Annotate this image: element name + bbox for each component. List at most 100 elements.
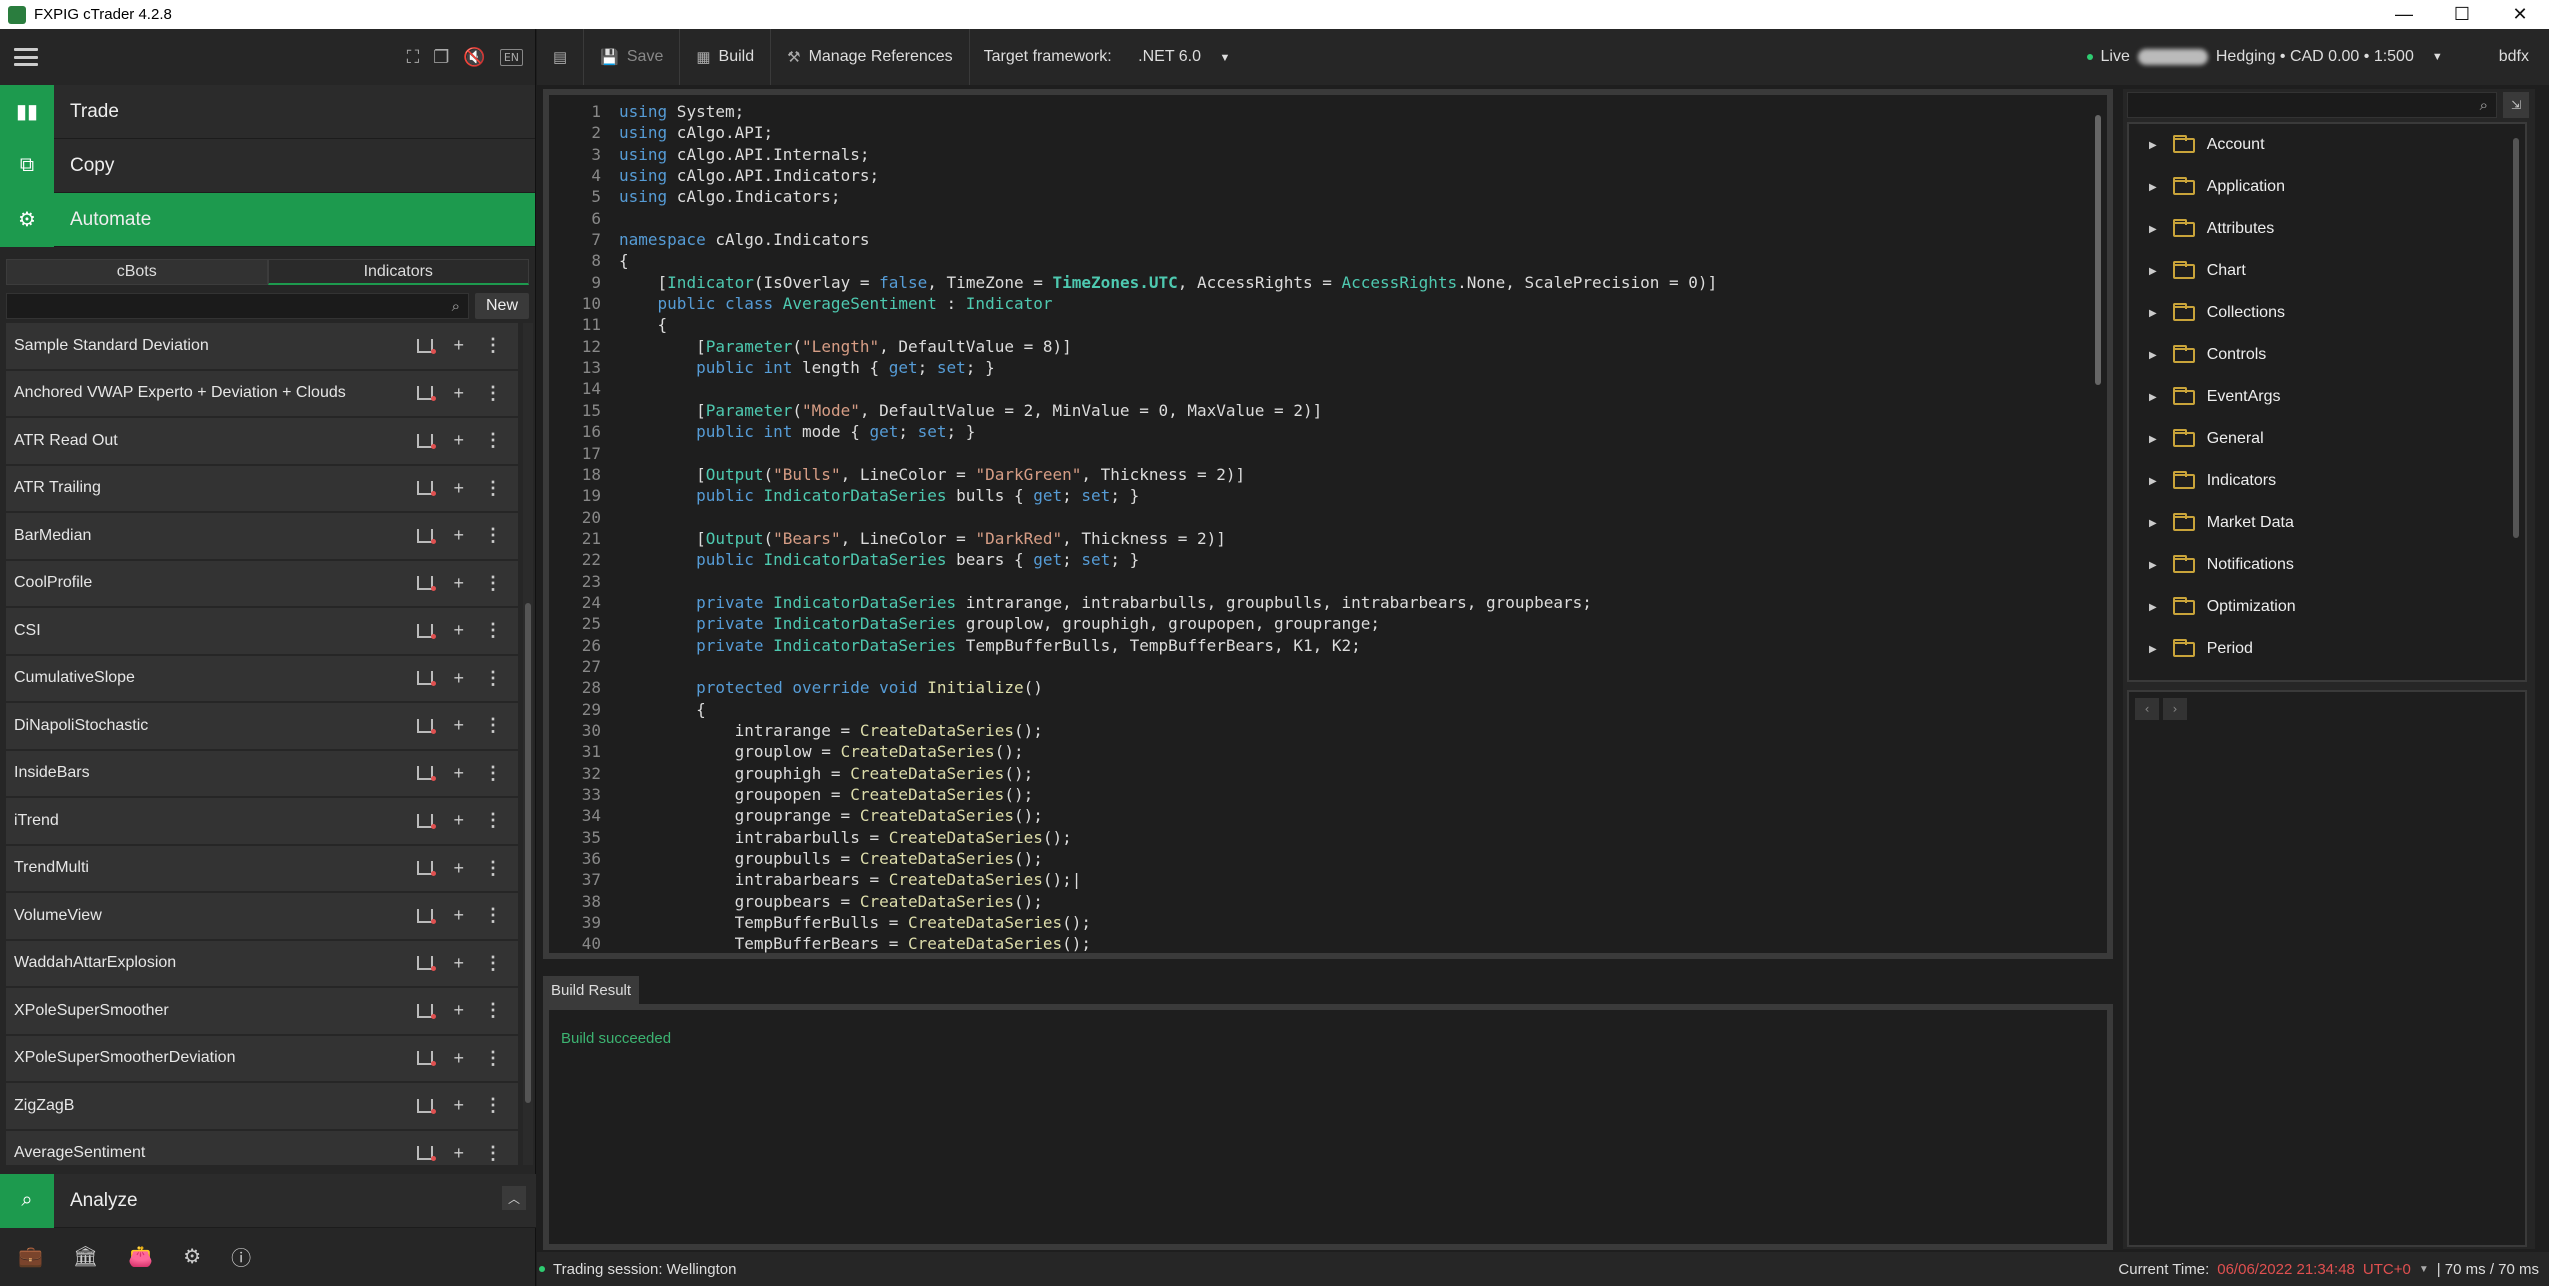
- more-options-icon[interactable]: ⋮: [484, 1000, 502, 1021]
- access-rights-icon[interactable]: [417, 576, 437, 592]
- editor-scrollbar[interactable]: [2093, 97, 2103, 947]
- indicator-item[interactable]: VolumeView + ⋮: [6, 893, 518, 941]
- more-options-icon[interactable]: ⋮: [484, 1095, 502, 1116]
- hamburger-menu-icon[interactable]: [14, 48, 38, 66]
- code-content[interactable]: using System; using cAlgo.API; using cAlgo…: [619, 101, 1717, 955]
- scrollbar-thumb[interactable]: [525, 603, 531, 1103]
- indicator-item[interactable]: DiNapoliStochastic + ⋮: [6, 703, 518, 751]
- settings-icon[interactable]: ⚙: [183, 1244, 201, 1268]
- add-instance-icon[interactable]: +: [453, 335, 464, 356]
- expand-arrow-icon[interactable]: ▶: [2149, 308, 2157, 319]
- language-icon[interactable]: EN: [499, 48, 523, 66]
- indicator-item[interactable]: CoolProfile + ⋮: [6, 560, 518, 608]
- fullscreen-icon[interactable]: ⛶: [407, 47, 420, 68]
- indicator-item[interactable]: Anchored VWAP Experto + Deviation + Clou…: [6, 370, 518, 418]
- more-options-icon[interactable]: ⋮: [484, 763, 502, 784]
- more-options-icon[interactable]: ⋮: [484, 858, 502, 879]
- api-tree-node[interactable]: ▶ General: [2129, 418, 2525, 460]
- access-rights-icon[interactable]: [417, 623, 437, 639]
- more-options-icon[interactable]: ⋮: [484, 383, 502, 404]
- add-instance-icon[interactable]: +: [453, 478, 464, 499]
- expand-arrow-icon[interactable]: ▶: [2149, 476, 2157, 487]
- access-rights-icon[interactable]: [417, 1051, 437, 1067]
- api-tree-node[interactable]: ▶ EventArgs: [2129, 376, 2525, 418]
- account-selector[interactable]: Live Hedging • CAD 0.00 • 1:500 ▼ bdfx: [2086, 29, 2529, 85]
- expand-arrow-icon[interactable]: ▶: [2149, 392, 2157, 403]
- expand-arrow-icon[interactable]: ▶: [2149, 140, 2157, 151]
- more-options-icon[interactable]: ⋮: [484, 525, 502, 546]
- add-instance-icon[interactable]: +: [453, 430, 464, 451]
- indicator-item[interactable]: TrendMulti + ⋮: [6, 845, 518, 893]
- api-tree-node[interactable]: ▶ Attributes: [2129, 208, 2525, 250]
- access-rights-icon[interactable]: [417, 813, 437, 829]
- more-options-icon[interactable]: ⋮: [484, 668, 502, 689]
- access-rights-icon[interactable]: [417, 861, 437, 877]
- briefcase-icon[interactable]: 💼: [18, 1244, 43, 1268]
- forward-arrow-icon[interactable]: ›: [2163, 698, 2187, 720]
- detach-window-icon[interactable]: ❐: [433, 47, 449, 68]
- api-tree-node[interactable]: ▶ Controls: [2129, 334, 2525, 376]
- close-button[interactable]: ✕: [2491, 0, 2549, 29]
- wallet-icon[interactable]: 👛: [128, 1244, 153, 1268]
- api-tree-node[interactable]: ▶ Indicators: [2129, 460, 2525, 502]
- indicator-item[interactable]: XPoleSuperSmootherDeviation + ⋮: [6, 1035, 518, 1083]
- expand-arrow-icon[interactable]: ▶: [2149, 602, 2157, 613]
- expand-arrow-icon[interactable]: ▶: [2149, 434, 2157, 445]
- api-tree-node[interactable]: ▶ Application: [2129, 166, 2525, 208]
- api-tree-node[interactable]: ▶ Account: [2129, 124, 2525, 166]
- access-rights-icon[interactable]: [417, 671, 437, 687]
- user-name[interactable]: bdfx: [2499, 48, 2529, 66]
- api-tree-scrollbar-thumb[interactable]: [2513, 138, 2519, 538]
- api-search-input[interactable]: ⌕: [2127, 92, 2497, 118]
- api-tree-node[interactable]: ▶ Market Data: [2129, 502, 2525, 544]
- expand-arrow-icon[interactable]: ▶: [2149, 560, 2157, 571]
- build-result-tab[interactable]: Build Result: [543, 976, 640, 1004]
- more-options-icon[interactable]: ⋮: [484, 1048, 502, 1069]
- expand-arrow-icon[interactable]: ▶: [2149, 350, 2157, 361]
- access-rights-icon[interactable]: [417, 386, 437, 402]
- code-editor[interactable]: 1 2 3 4 5 6 7 8 9 10 11 12 13 14 15 16 17 18 19 20 21 22 23 24 2…: [543, 89, 2113, 959]
- add-instance-icon[interactable]: +: [453, 1095, 464, 1116]
- add-instance-icon[interactable]: +: [453, 668, 464, 689]
- access-rights-icon[interactable]: [417, 908, 437, 924]
- indicator-item[interactable]: ZigZagB + ⋮: [6, 1083, 518, 1131]
- expand-arrow-icon[interactable]: ▶: [2149, 266, 2157, 277]
- indicator-item[interactable]: CSI + ⋮: [6, 608, 518, 656]
- access-rights-icon[interactable]: [417, 718, 437, 734]
- sound-mute-icon[interactable]: 🔇: [463, 47, 485, 68]
- add-instance-icon[interactable]: +: [453, 525, 464, 546]
- api-tree-scrollbar[interactable]: [2511, 128, 2521, 678]
- maximize-button[interactable]: ☐: [2433, 0, 2491, 29]
- add-instance-icon[interactable]: +: [453, 810, 464, 831]
- indicator-item[interactable]: WaddahAttarExplosion + ⋮: [6, 940, 518, 988]
- more-options-icon[interactable]: ⋮: [484, 335, 502, 356]
- access-rights-icon[interactable]: [417, 1003, 437, 1019]
- more-options-icon[interactable]: ⋮: [484, 478, 502, 499]
- access-rights-icon[interactable]: [417, 338, 437, 354]
- tab-cbots[interactable]: cBots: [6, 259, 268, 285]
- access-rights-icon[interactable]: [417, 766, 437, 782]
- more-options-icon[interactable]: ⋮: [484, 953, 502, 974]
- help-icon[interactable]: ⓘ: [231, 1242, 251, 1271]
- indicator-item[interactable]: ATR Trailing + ⋮: [6, 465, 518, 513]
- add-instance-icon[interactable]: +: [453, 763, 464, 784]
- api-tree-node[interactable]: ▶ Collections: [2129, 292, 2525, 334]
- manage-references-button[interactable]: ⚒ Manage References: [771, 29, 970, 85]
- expand-arrow-icon[interactable]: ▶: [2149, 182, 2157, 193]
- more-options-icon[interactable]: ⋮: [484, 573, 502, 594]
- add-instance-icon[interactable]: +: [453, 858, 464, 879]
- nav-analyze[interactable]: ⌕ Analyze ︿: [0, 1173, 536, 1228]
- timezone-chevron-icon[interactable]: ▼: [2419, 1264, 2429, 1275]
- nav-copy[interactable]: ⧉ Copy: [0, 138, 535, 193]
- expand-arrow-icon[interactable]: ▶: [2149, 224, 2157, 235]
- add-instance-icon[interactable]: +: [453, 383, 464, 404]
- nav-trade[interactable]: ▮▮ Trade: [0, 84, 535, 139]
- access-rights-icon[interactable]: [417, 1098, 437, 1114]
- indicator-item[interactable]: BarMedian + ⋮: [6, 513, 518, 561]
- api-tree-node[interactable]: ▶ Optimization: [2129, 586, 2525, 628]
- access-rights-icon[interactable]: [417, 433, 437, 449]
- api-tree-node[interactable]: ▶ Period: [2129, 628, 2525, 670]
- access-rights-icon[interactable]: [417, 956, 437, 972]
- minimize-button[interactable]: —: [2375, 0, 2433, 29]
- nav-automate[interactable]: ⚙ Automate: [0, 192, 535, 247]
